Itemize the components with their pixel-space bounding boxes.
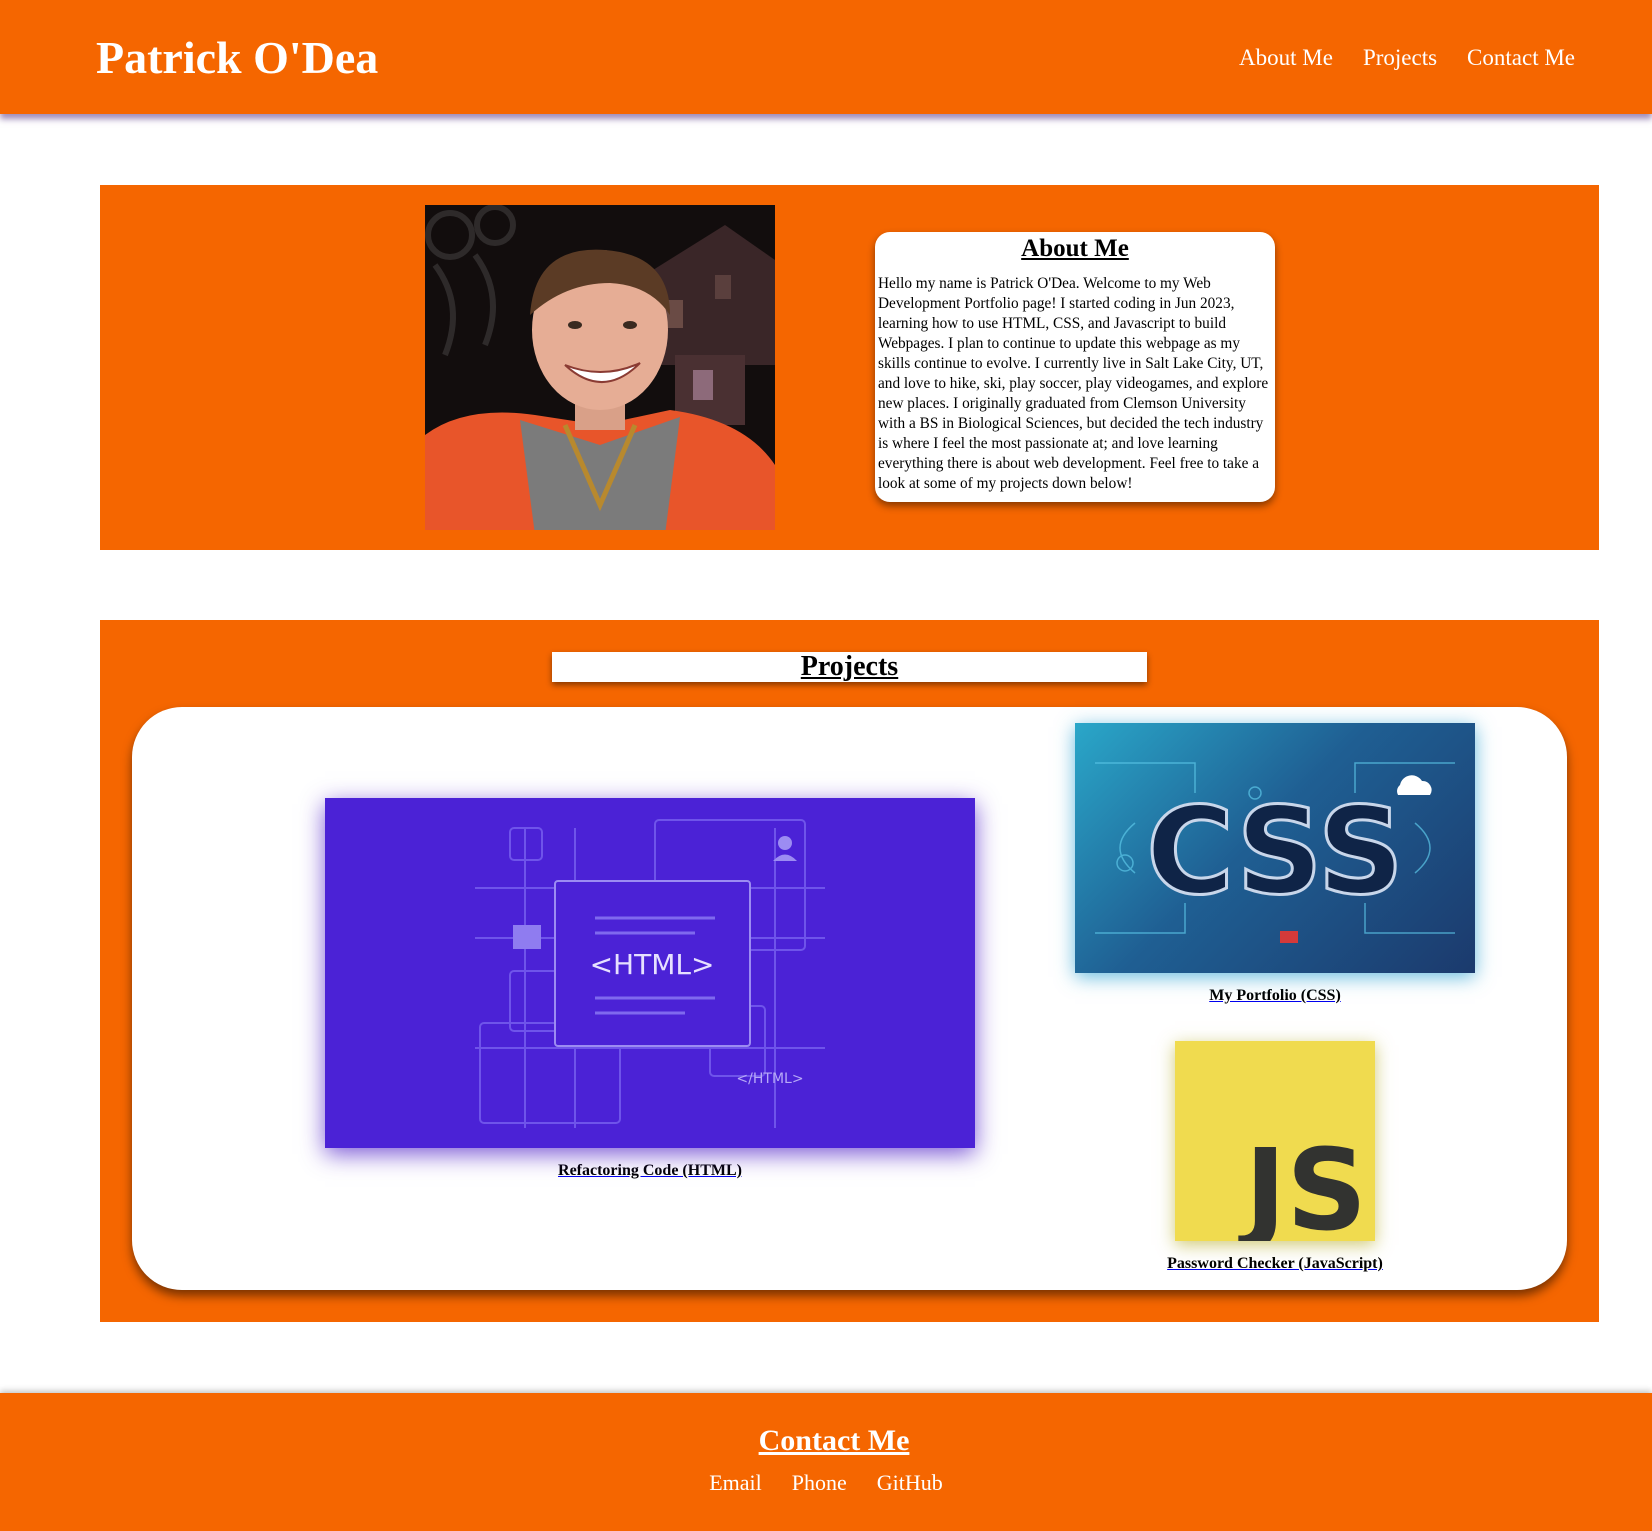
project-refactoring-code[interactable]: <HTML> </HTML> Refactoring Code (HTML) [325,798,975,1180]
project-caption: Password Checker (JavaScript) [1167,1255,1383,1272]
project-password-checker[interactable]: JS Password Checker (JavaScript) [1098,1041,1452,1273]
about-section: About Me Hello my name is Patrick O'Dea.… [100,185,1599,550]
projects-heading: Projects [800,651,899,682]
javascript-logo-icon: JS [1175,1041,1375,1241]
html-project-image: <HTML> </HTML> [325,798,975,1148]
projects-section: Projects <HTML> </HTML> Refactoring Code… [100,620,1599,1322]
project-my-portfolio[interactable]: CSS My Portfolio (CSS) [1075,723,1475,1005]
main-nav: About Me Projects Contact Me [1239,42,1575,74]
svg-text:</HTML>: </HTML> [736,1071,803,1087]
svg-text:CSS: CSS [1146,783,1404,922]
about-card: About Me Hello my name is Patrick O'Dea.… [875,232,1275,502]
js-project-image: JS [1175,1041,1375,1241]
about-text: Hello my name is Patrick O'Dea. Welcome … [878,275,1269,492]
footer-link-email[interactable]: Email [709,1467,762,1499]
nav-link-contact-me[interactable]: Contact Me [1467,42,1575,74]
footer-link-github[interactable]: GitHub [877,1467,943,1499]
project-caption: My Portfolio (CSS) [1209,987,1341,1004]
footer-links: Email Phone GitHub [0,1467,1652,1499]
nav-link-about-me[interactable]: About Me [1239,42,1333,74]
svg-text:JS: JS [1238,1126,1367,1241]
projects-card: <HTML> </HTML> Refactoring Code (HTML) C… [132,707,1567,1290]
profile-photo [425,205,775,530]
footer-heading: Contact Me [758,1424,910,1457]
projects-heading-box: Projects [552,652,1147,682]
css-logo-icon: CSS [1095,762,1455,943]
site-footer: Contact Me Email Phone GitHub [0,1393,1652,1531]
css-project-image: CSS [1075,723,1475,973]
site-title: Patrick O'Dea [96,32,379,83]
nav-link-projects[interactable]: Projects [1363,42,1437,74]
about-heading: About Me [1021,235,1129,262]
svg-text:<HTML>: <HTML> [590,948,715,981]
project-caption: Refactoring Code (HTML) [558,1162,742,1179]
footer-link-phone[interactable]: Phone [792,1467,847,1499]
profile-photo-illustration [425,205,775,530]
html-logo-icon: <HTML> </HTML> [475,819,825,1128]
site-header: Patrick O'Dea About Me Projects Contact … [0,0,1652,114]
